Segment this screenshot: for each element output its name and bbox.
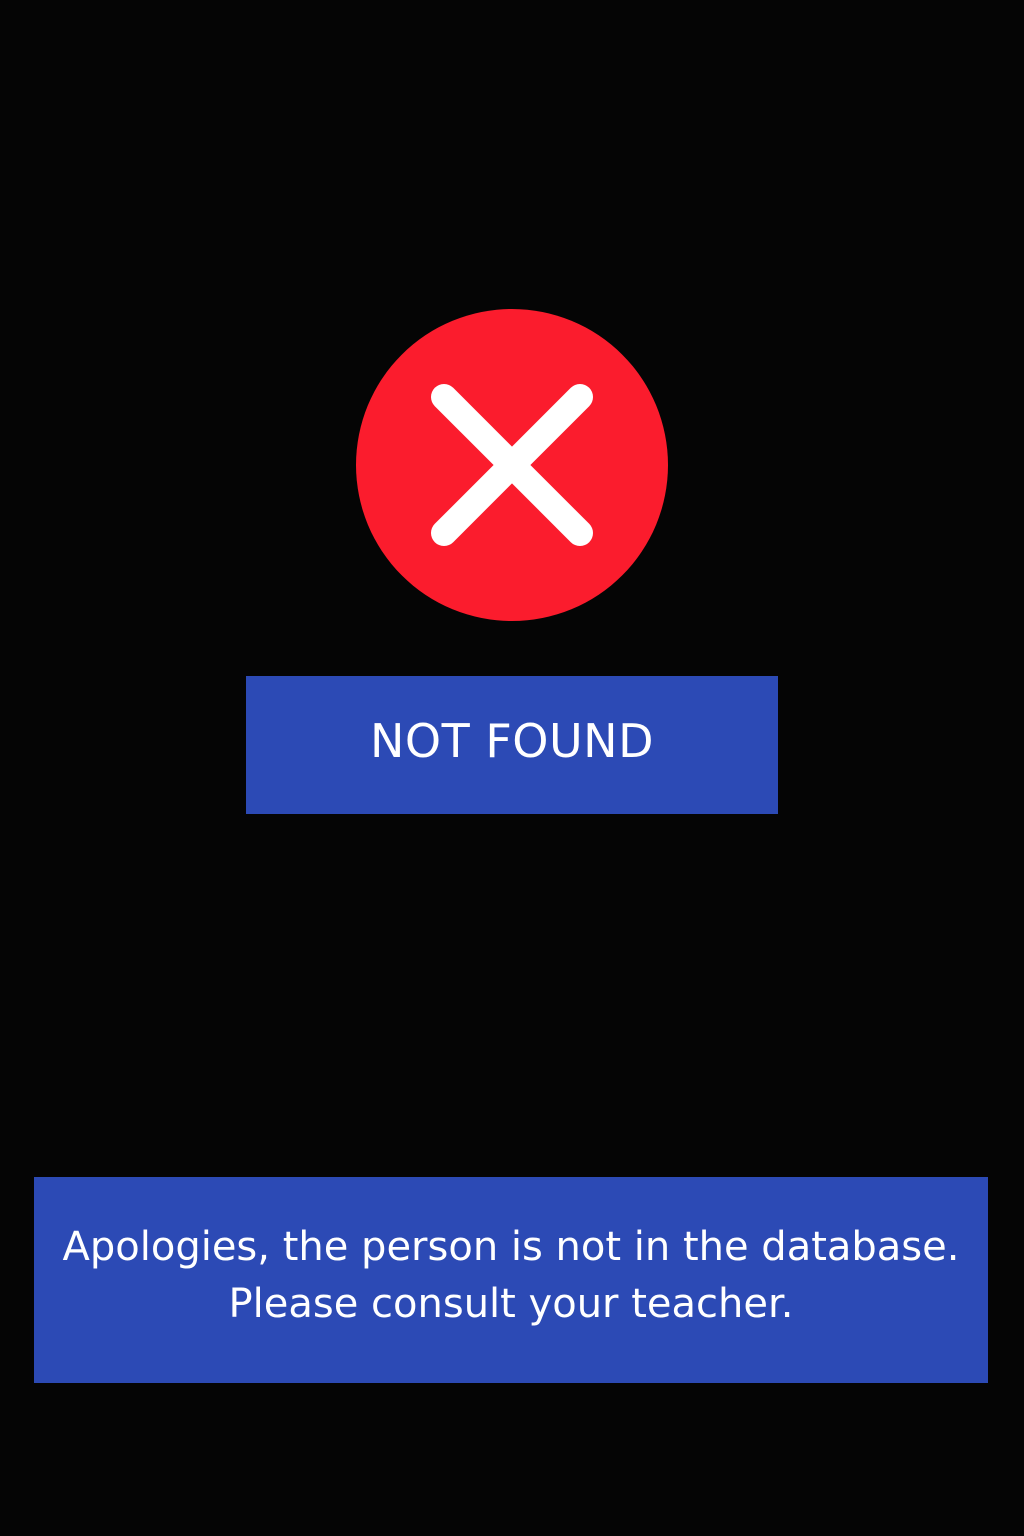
status-title: NOT FOUND <box>369 714 654 768</box>
message-line-2: Please consult your teacher. <box>228 1281 794 1327</box>
error-icon <box>356 309 668 621</box>
status-banner: NOT FOUND <box>246 676 778 814</box>
message-box: Apologies, the person is not in the data… <box>34 1177 988 1383</box>
close-icon <box>431 384 593 546</box>
message-text: Apologies, the person is not in the data… <box>63 1219 960 1333</box>
message-line-1: Apologies, the person is not in the data… <box>62 1224 960 1270</box>
